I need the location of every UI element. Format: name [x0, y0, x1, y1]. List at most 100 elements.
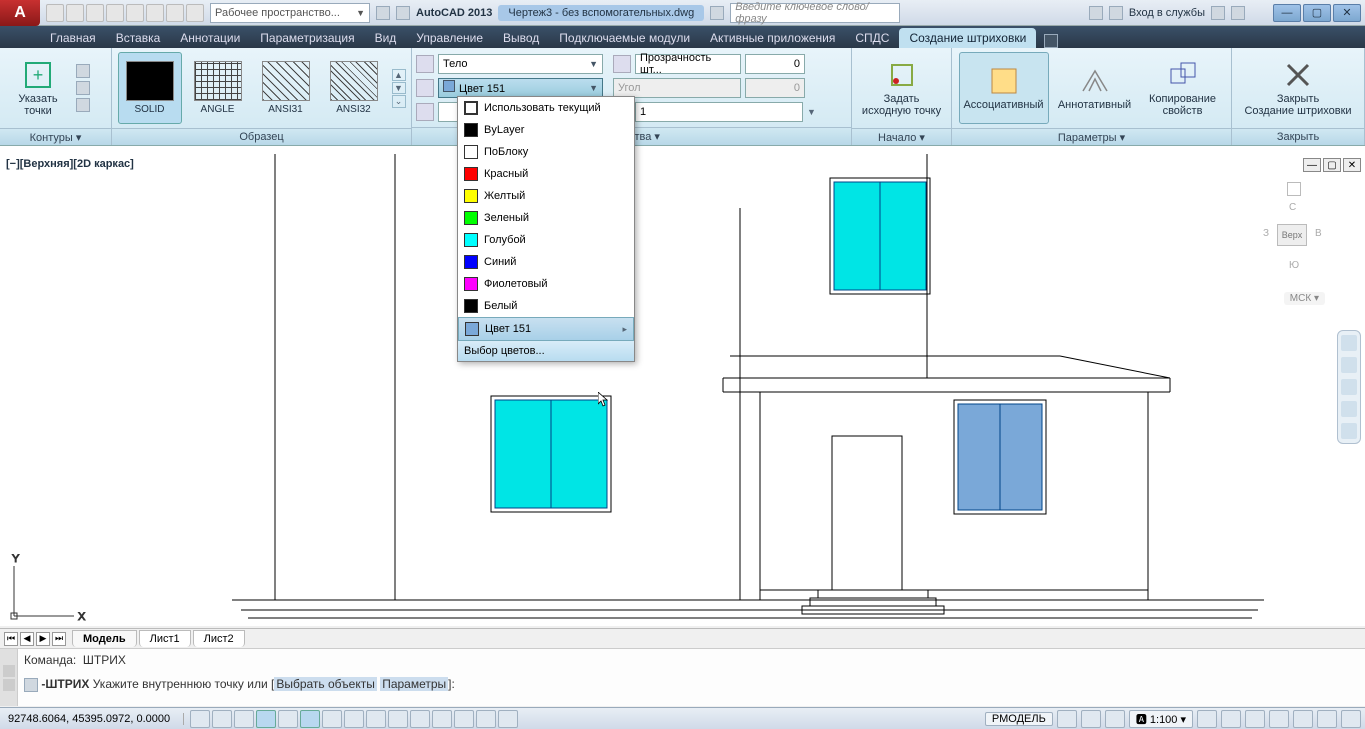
doc-maximize-button[interactable]: ▢ [1323, 158, 1341, 172]
sb-am-icon[interactable] [498, 710, 518, 728]
color-item-151[interactable]: Цвет 151▸ [458, 317, 634, 341]
sb-infer-icon[interactable] [190, 710, 210, 728]
transparency-combo[interactable]: Прозрачность шт... [635, 54, 741, 74]
color-item-cyan[interactable]: Голубой [458, 229, 634, 251]
cmd-option-select[interactable]: Выбрать объекты [274, 677, 377, 691]
color-item-byblock[interactable]: ПоБлоку [458, 141, 634, 163]
color-item-red[interactable]: Красный [458, 163, 634, 185]
qat-open-icon[interactable] [66, 4, 84, 22]
pick-points-button[interactable]: + Указать точки [4, 52, 72, 124]
viewcube[interactable]: С З В Ю Верх [1259, 180, 1329, 310]
sb-dyn-icon[interactable] [388, 710, 408, 728]
sb-grid-icon[interactable] [234, 710, 254, 728]
pattern-solid[interactable]: SOLID [118, 52, 182, 124]
sb-polar-icon[interactable] [278, 710, 298, 728]
tab-nav-prev-icon[interactable]: ◀ [20, 632, 34, 646]
nav-right2-icon[interactable] [710, 6, 724, 20]
tab-extra-icon[interactable] [1044, 34, 1058, 48]
sb-autoscale-icon[interactable] [1221, 710, 1241, 728]
sb-clean-icon[interactable] [1341, 710, 1361, 728]
cmd-option-params[interactable]: Параметры [380, 677, 448, 691]
viewport-label[interactable]: [−][Верхняя][2D каркас] [6, 158, 134, 170]
sb-layout-icon[interactable] [1057, 710, 1077, 728]
sign-in-link[interactable]: Вход в службы [1129, 7, 1205, 19]
sb-ortho-icon[interactable] [256, 710, 276, 728]
sb-lock-icon[interactable] [1269, 710, 1289, 728]
sb-isolate-icon[interactable] [1317, 710, 1337, 728]
remove-boundary-icon[interactable] [76, 81, 90, 95]
user-icon[interactable] [1109, 6, 1123, 20]
doc-close-button[interactable]: ✕ [1343, 158, 1361, 172]
color-item-blue[interactable]: Синий [458, 251, 634, 273]
recreate-boundary-icon[interactable] [76, 98, 90, 112]
pattern-angle[interactable]: ANGLE [186, 52, 250, 124]
sb-ws-icon[interactable] [1245, 710, 1265, 728]
sb-model-space[interactable]: РМОДЕЛЬ [985, 712, 1053, 726]
tab-apps[interactable]: Активные приложения [700, 28, 845, 48]
zoom-extents-icon[interactable] [1341, 379, 1357, 395]
nav-left-icon[interactable] [376, 6, 390, 20]
sb-hardware-icon[interactable] [1293, 710, 1313, 728]
select-boundary-icon[interactable] [76, 64, 90, 78]
color-item-use-current[interactable]: Использовать текущий [458, 97, 634, 119]
sb-tpy-icon[interactable] [432, 710, 452, 728]
coordinates[interactable]: 92748.6064, 45395.0972, 0.0000 [4, 713, 184, 725]
color-item-yellow[interactable]: Желтый [458, 185, 634, 207]
scroll-down-icon[interactable]: ▼ [392, 82, 406, 94]
panel-title-origin[interactable]: Начало ▾ [852, 128, 951, 145]
command-line[interactable]: Команда: ШТРИХ -ШТРИХ Укажите внутреннюю… [0, 648, 1365, 706]
hatch-type-combo[interactable]: Тело▼ [438, 54, 603, 74]
viewcube-top-face[interactable]: Верх [1277, 224, 1307, 246]
qat-save-icon[interactable] [86, 4, 104, 22]
sb-qp-icon[interactable] [454, 710, 474, 728]
sb-osnap-icon[interactable] [300, 710, 320, 728]
sb-anno-scale[interactable]: 🅰 1:100 ▾ [1129, 710, 1193, 728]
tab-view[interactable]: Вид [365, 28, 407, 48]
qat-undo-icon[interactable] [166, 4, 184, 22]
associative-button[interactable]: Ассоциативный [959, 52, 1049, 124]
qat-saveas-icon[interactable] [106, 4, 124, 22]
layout-tab-sheet1[interactable]: Лист1 [139, 630, 191, 647]
showmotion-icon[interactable] [1341, 423, 1357, 439]
command-handle[interactable] [0, 649, 18, 706]
exchange-icon[interactable] [1211, 6, 1225, 20]
layout-tab-model[interactable]: Модель [72, 630, 137, 647]
sb-snap-icon[interactable] [212, 710, 232, 728]
qat-print-icon[interactable] [146, 4, 164, 22]
transparency-input[interactable]: 0 [745, 54, 805, 74]
minimize-button[interactable]: — [1273, 4, 1301, 22]
tab-nav-first-icon[interactable]: ⏮ [4, 632, 18, 646]
sb-otrack-icon[interactable] [344, 710, 364, 728]
color-item-bylayer[interactable]: ByLayer [458, 119, 634, 141]
panel-title-options[interactable]: Параметры ▾ [952, 128, 1231, 145]
close-hatch-button[interactable]: Закрыть Создание штриховки [1238, 52, 1358, 124]
sb-ducs-icon[interactable] [366, 710, 386, 728]
qat-plot-icon[interactable] [126, 4, 144, 22]
doc-minimize-button[interactable]: — [1303, 158, 1321, 172]
app-menu-button[interactable]: A [0, 0, 40, 26]
sb-annovis-icon[interactable] [1197, 710, 1217, 728]
scroll-up-icon[interactable]: ▲ [392, 69, 406, 81]
panel-title-boundaries[interactable]: Контуры ▾ [0, 128, 111, 145]
sb-quickview-icon[interactable] [1081, 710, 1101, 728]
match-props-button[interactable]: Копирование свойств [1141, 52, 1225, 124]
tab-hatch-creation[interactable]: Создание штриховки [899, 28, 1036, 48]
tab-nav-last-icon[interactable]: ⏭ [52, 632, 66, 646]
qat-new-icon[interactable] [46, 4, 64, 22]
file-name-tab[interactable]: Чертеж3 - без вспомогательных.dwg [498, 5, 704, 21]
ucs-label[interactable]: МСК ▾ [1284, 292, 1325, 305]
color-item-green[interactable]: Зеленый [458, 207, 634, 229]
search-input[interactable]: Введите ключевое слово/фразу [730, 3, 900, 23]
steering-wheel-icon[interactable] [1341, 335, 1357, 351]
color-item-select-colors[interactable]: Выбор цветов... [458, 341, 634, 361]
tab-nav-next-icon[interactable]: ▶ [36, 632, 50, 646]
orbit-icon[interactable] [1341, 401, 1357, 417]
tab-spds[interactable]: СПДС [845, 28, 899, 48]
sb-sc-icon[interactable] [476, 710, 496, 728]
close-button[interactable]: ✕ [1333, 4, 1361, 22]
tab-plugins[interactable]: Подключаемые модули [549, 28, 700, 48]
tab-output[interactable]: Вывод [493, 28, 549, 48]
home-icon[interactable] [1287, 182, 1301, 196]
hatch-color-combo[interactable]: Цвет 151 ▼ [438, 78, 603, 98]
set-origin-button[interactable]: Задать исходную точку [857, 52, 947, 124]
